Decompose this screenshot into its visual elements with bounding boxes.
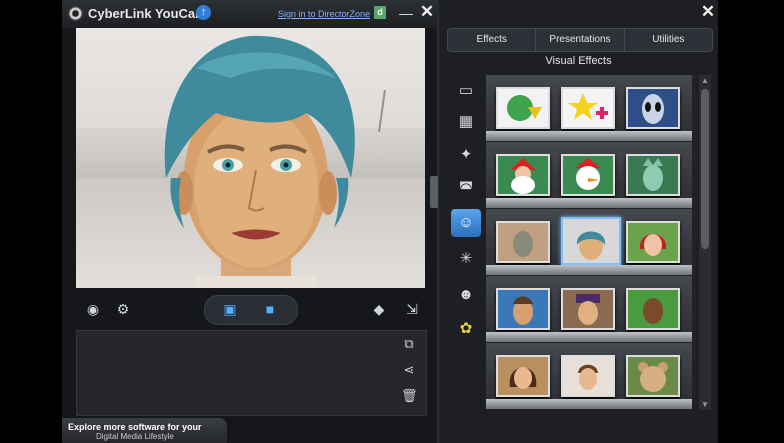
shelf-row [486, 343, 692, 409]
capture-gallery[interactable] [76, 330, 427, 416]
effect-woman-face[interactable] [496, 355, 550, 397]
effects-category-sidebar: ▭ ▦ ✦ ◚ ☺ ✳ ☻ ✿ [447, 75, 483, 415]
magic-wand-icon[interactable]: ✦ [451, 141, 481, 169]
scroll-up-icon[interactable]: ▲ [699, 76, 711, 85]
tab-utilities[interactable]: Utilities [625, 29, 712, 51]
minimize-button[interactable]: — [398, 4, 414, 22]
effects-close-button[interactable]: ✕ [699, 2, 717, 22]
share-icon[interactable]: ⋖ [401, 362, 417, 378]
resize-icon[interactable]: ⇲ [400, 297, 424, 321]
emotion-icon[interactable]: ☻ [451, 281, 481, 309]
shelf-board [486, 332, 692, 342]
shelf-board [486, 265, 692, 275]
effect-avatar-teal-hair[interactable] [561, 217, 621, 265]
signin-link[interactable]: Sign in to DirectorZone [278, 9, 370, 19]
shelf-row [486, 209, 692, 275]
shelf-board [486, 198, 692, 208]
background-tree [378, 90, 406, 132]
camera-panel: CyberLink YouCam ↑ Sign in to DirectorZo… [62, 0, 439, 443]
effect-redhead-face[interactable] [626, 221, 680, 263]
app-window: CyberLink YouCam ↑ Sign in to DirectorZo… [62, 0, 718, 443]
effect-snowman-face[interactable] [561, 154, 615, 196]
scroll-down-icon[interactable]: ▼ [699, 400, 711, 409]
gallery-actions: ⧉ ⋖ 🗑 [395, 330, 423, 414]
youcam-logo-icon [68, 6, 83, 21]
effect-bear-face[interactable] [626, 355, 680, 397]
promo-line1[interactable]: Explore more software for your [68, 422, 202, 432]
shelf-row [486, 142, 692, 208]
update-icon[interactable]: ↑ [196, 5, 211, 20]
app-title: CyberLink YouCam [88, 6, 207, 21]
effect-man-face[interactable] [496, 288, 550, 330]
effect-alien-face[interactable] [626, 87, 680, 129]
effects-scrollbar[interactable]: ▲ ▼ [699, 75, 711, 410]
capture-controls: ▣ ■ [204, 295, 298, 325]
shelf-board [486, 131, 692, 141]
mask-icon[interactable]: ◚ [451, 175, 481, 203]
effect-star-add[interactable] [561, 87, 615, 129]
eye-icon[interactable]: ◉ [80, 297, 106, 321]
gadget-icon[interactable]: ✿ [451, 315, 481, 343]
title-bar: CyberLink YouCam ↑ Sign in to DirectorZo… [62, 0, 437, 28]
effects-tabs: Effects Presentations Utilities [447, 28, 713, 52]
promo-line2[interactable]: Digital Media Lifestyle [96, 432, 174, 441]
effect-liberty-face[interactable] [626, 154, 680, 196]
camera-icon[interactable]: ▣ [215, 297, 245, 321]
shelf-row [486, 276, 692, 342]
effect-globe-download[interactable] [496, 87, 550, 129]
directorzone-icon[interactable]: d [374, 6, 386, 19]
effect-hat-man-face[interactable] [561, 288, 615, 330]
effect-boy-face[interactable] [561, 355, 615, 397]
avatar-face-image [164, 35, 355, 288]
scene-icon[interactable]: ▦ [451, 108, 481, 136]
scrollbar-thumb[interactable] [701, 89, 709, 249]
section-title: Visual Effects [545, 55, 612, 67]
shelf-board [486, 399, 692, 409]
shelf-row [486, 75, 692, 141]
webcam-preview [76, 28, 425, 288]
import-icon[interactable]: ⧉ [401, 336, 417, 352]
eraser-icon[interactable]: ◆ [367, 297, 391, 321]
panel-collapse-handle[interactable] [430, 176, 438, 208]
close-button[interactable]: ✕ [418, 2, 436, 22]
gear-icon[interactable]: ⚙ [110, 297, 136, 321]
trash-icon[interactable]: 🗑 [401, 388, 418, 404]
tab-effects[interactable]: Effects [448, 29, 537, 51]
effects-shelves [486, 75, 696, 410]
effect-santa-face[interactable] [496, 154, 550, 196]
effect-statue-face[interactable] [496, 221, 550, 263]
avatar-icon[interactable]: ☺ [451, 209, 481, 237]
video-camera-icon[interactable]: ■ [255, 297, 285, 321]
tab-presentations[interactable]: Presentations [536, 29, 625, 51]
effect-dark-man-face[interactable] [626, 288, 680, 330]
frame-icon[interactable]: ▭ [451, 77, 481, 105]
particle-icon[interactable]: ✳ [451, 245, 481, 273]
effects-panel: ✕ Effects Presentations Utilities Visual… [439, 0, 718, 443]
